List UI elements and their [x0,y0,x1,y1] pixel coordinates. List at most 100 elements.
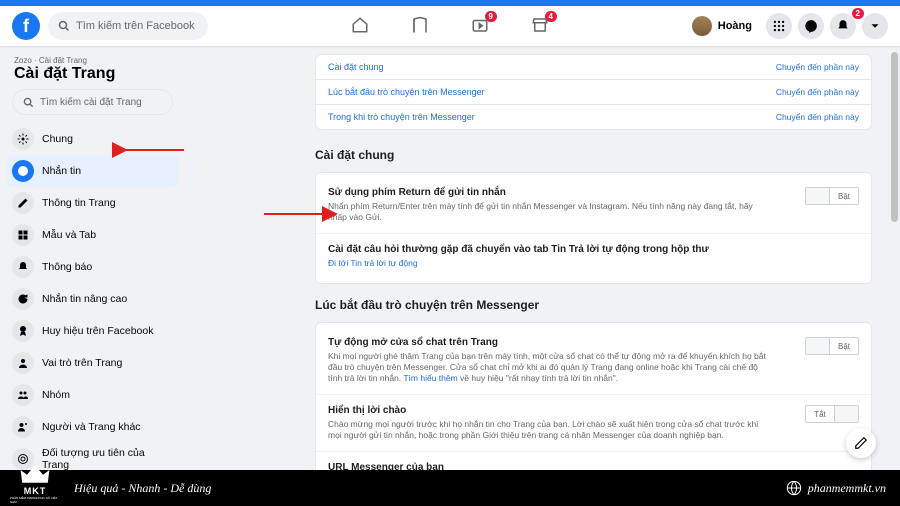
toggle-label: Bật [830,192,858,201]
setting-return-send: Sử dụng phím Return để gửi tin nhắn Nhấn… [316,177,871,234]
sidebar-item-label: Người và Trang khác [42,421,141,433]
sidebar-item-templates[interactable]: Mẫu và Tab [6,219,179,251]
sidebar-item-notifications[interactable]: Thông báo [6,251,179,283]
search-icon [23,97,34,108]
main-content: Cài đặt chung Chuyển đến phần này Lúc bắt… [185,46,900,470]
toggle-auto-open[interactable]: Bật [805,337,859,355]
section-title-start-convo: Lúc bắt đầu trò chuyện trên Messenger [315,298,872,312]
notif-badge: 2 [852,8,864,19]
toc-link[interactable]: Lúc bắt đầu trò chuyện trên Messenger [328,87,485,97]
setting-description: Chào mừng mọi người trước khi họ nhắn ti… [328,419,859,441]
gear-icon [12,128,34,150]
market-badge: 4 [545,11,557,22]
nav-watch[interactable]: 9 [471,16,489,37]
setting-heading: Sử dụng phím Return để gửi tin nhắn [328,187,859,198]
sidebar-item-label: Huy hiệu trên Facebook [42,325,153,337]
toc-link[interactable]: Cài đặt chung [328,62,384,72]
footer-tagline: Hiệu quả - Nhanh - Dễ dùng [74,481,211,496]
facebook-logo[interactable]: f [12,12,40,40]
sidebar-item-label: Nhắn tin [42,165,81,177]
topbar: f Tìm kiếm trên Facebook 9 4 Hoàng 2 [0,6,900,46]
sidebar-item-people-pages[interactable]: Người và Trang khác [6,411,179,443]
toc-link[interactable]: Trong khi trò chuyện trên Messenger [328,112,475,122]
scrollbar-thumb[interactable] [891,52,898,222]
start-convo-card: Tự động mở cửa sổ chat trên Trang Khi mọ… [315,322,872,470]
toggle-return-send[interactable]: Bật [805,187,859,205]
right-nav: Hoàng 2 [692,13,888,39]
toc-jump[interactable]: Chuyển đến phần này [776,87,859,97]
setting-description: Khi mọi người ghé thăm Trang của bạn trê… [328,351,859,384]
chat-icon [12,160,34,182]
toggle-greeting[interactable]: Tắt [805,405,859,423]
global-search-input[interactable]: Tìm kiếm trên Facebook [48,12,208,40]
toc-row[interactable]: Lúc bắt đầu trò chuyện trên Messenger Chu… [316,80,871,105]
avatar[interactable] [692,16,712,36]
toggle-label: Bật [830,342,858,351]
sidebar-item-advanced-messaging[interactable]: Nhắn tin nâng cao [6,283,179,315]
toc-row[interactable]: Cài đặt chung Chuyển đến phần này [316,55,871,80]
sidebar-title: Cài đặt Trang [6,65,179,89]
globe-icon [786,480,802,496]
sidebar: Zozo · Cài đặt Trang Cài đặt Trang Tìm k… [0,46,185,470]
setting-messenger-url: URL Messenger của bạn Sử dụng liên kết đ… [316,452,871,470]
center-nav: 9 4 [351,16,549,37]
notifications-button[interactable]: 2 [830,13,856,39]
sidebar-item-badges[interactable]: Huy hiệu trên Facebook [6,315,179,347]
username[interactable]: Hoàng [718,20,752,32]
sidebar-item-label: Vai trò trên Trang [42,357,122,369]
toggle-knob [806,338,830,354]
chat-advanced-icon [12,288,34,310]
setting-show-greeting: Hiển thị lời chào Chào mừng mọi người tr… [316,395,871,452]
setting-heading: URL Messenger của bạn [328,462,859,470]
setting-auto-open-chat: Tự động mở cửa sổ chat trên Trang Khi mọ… [316,327,871,395]
general-settings-card: Sử dụng phím Return để gửi tin nhắn Nhấn… [315,172,872,284]
pencil-icon [12,192,34,214]
sidebar-item-label: Chung [42,133,73,145]
nav-home[interactable] [351,16,369,37]
badge-icon [12,320,34,342]
people2-icon [12,416,34,438]
messenger-button[interactable] [798,13,824,39]
setting-heading: Cài đặt câu hỏi thường gặp đã chuyển vào… [328,244,859,255]
sidebar-search-input[interactable]: Tìm kiếm cài đặt Trang [12,89,173,115]
setting-heading: Tự động mở cửa sổ chat trên Trang [328,337,859,348]
setting-faq-moved: Cài đặt câu hỏi thường gặp đã chuyển vào… [316,234,871,279]
bell-icon [12,256,34,278]
people-icon [12,384,34,406]
nav-pages[interactable] [411,16,429,37]
toc-card: Cài đặt chung Chuyển đến phần này Lúc bắt… [315,54,872,130]
breadcrumb[interactable]: Zozo · Cài đặt Trang [6,54,179,65]
section-title-general: Cài đặt chung [315,148,872,162]
toc-jump[interactable]: Chuyển đến phần này [776,112,859,122]
menu-button[interactable] [766,13,792,39]
person-icon [12,352,34,374]
search-icon [58,20,70,32]
toggle-knob [806,188,830,204]
sidebar-item-label: Mẫu và Tab [42,229,96,241]
annotation-arrow-sidebar [120,142,186,161]
setting-description: Nhấn phím Return/Enter trên máy tính để … [328,201,859,223]
compose-fab[interactable] [846,428,876,458]
sidebar-item-page-roles[interactable]: Vai trò trên Trang [6,347,179,379]
sidebar-search-placeholder: Tìm kiếm cài đặt Trang [40,97,142,108]
toc-row[interactable]: Trong khi trò chuyện trên Messenger Chuyể… [316,105,871,129]
learn-more-link[interactable]: Tìm hiểu thêm [403,373,457,383]
sidebar-item-label: Nhóm [42,389,70,401]
sidebar-item-groups[interactable]: Nhóm [6,379,179,411]
footer-url: phanmemmkt.vn [808,481,886,496]
footer-banner: MKT PHẦN MỀM MARKETING SỐ VIỆT NAM Hiệu … [0,470,900,506]
annotation-arrow-main [262,206,342,225]
toc-jump[interactable]: Chuyển đến phần này [776,62,859,72]
nav-market[interactable]: 4 [531,16,549,37]
crown-icon [18,462,52,486]
sidebar-item-label: Thông tin Trang [42,197,116,209]
account-dropdown[interactable] [862,13,888,39]
toggle-knob [834,406,858,422]
sidebar-item-label: Nhắn tin nâng cao [42,293,127,305]
mkt-logo: MKT PHẦN MỀM MARKETING SỐ VIỆT NAM [10,462,60,504]
grid-icon [12,224,34,246]
sidebar-item-page-info[interactable]: Thông tin Trang [6,187,179,219]
sidebar-item-label: Đối tượng ưu tiên của Trang [42,447,173,470]
auto-reply-link[interactable]: Đi tới Tin trả lời tự động [328,258,418,268]
toggle-label: Tắt [806,410,834,419]
